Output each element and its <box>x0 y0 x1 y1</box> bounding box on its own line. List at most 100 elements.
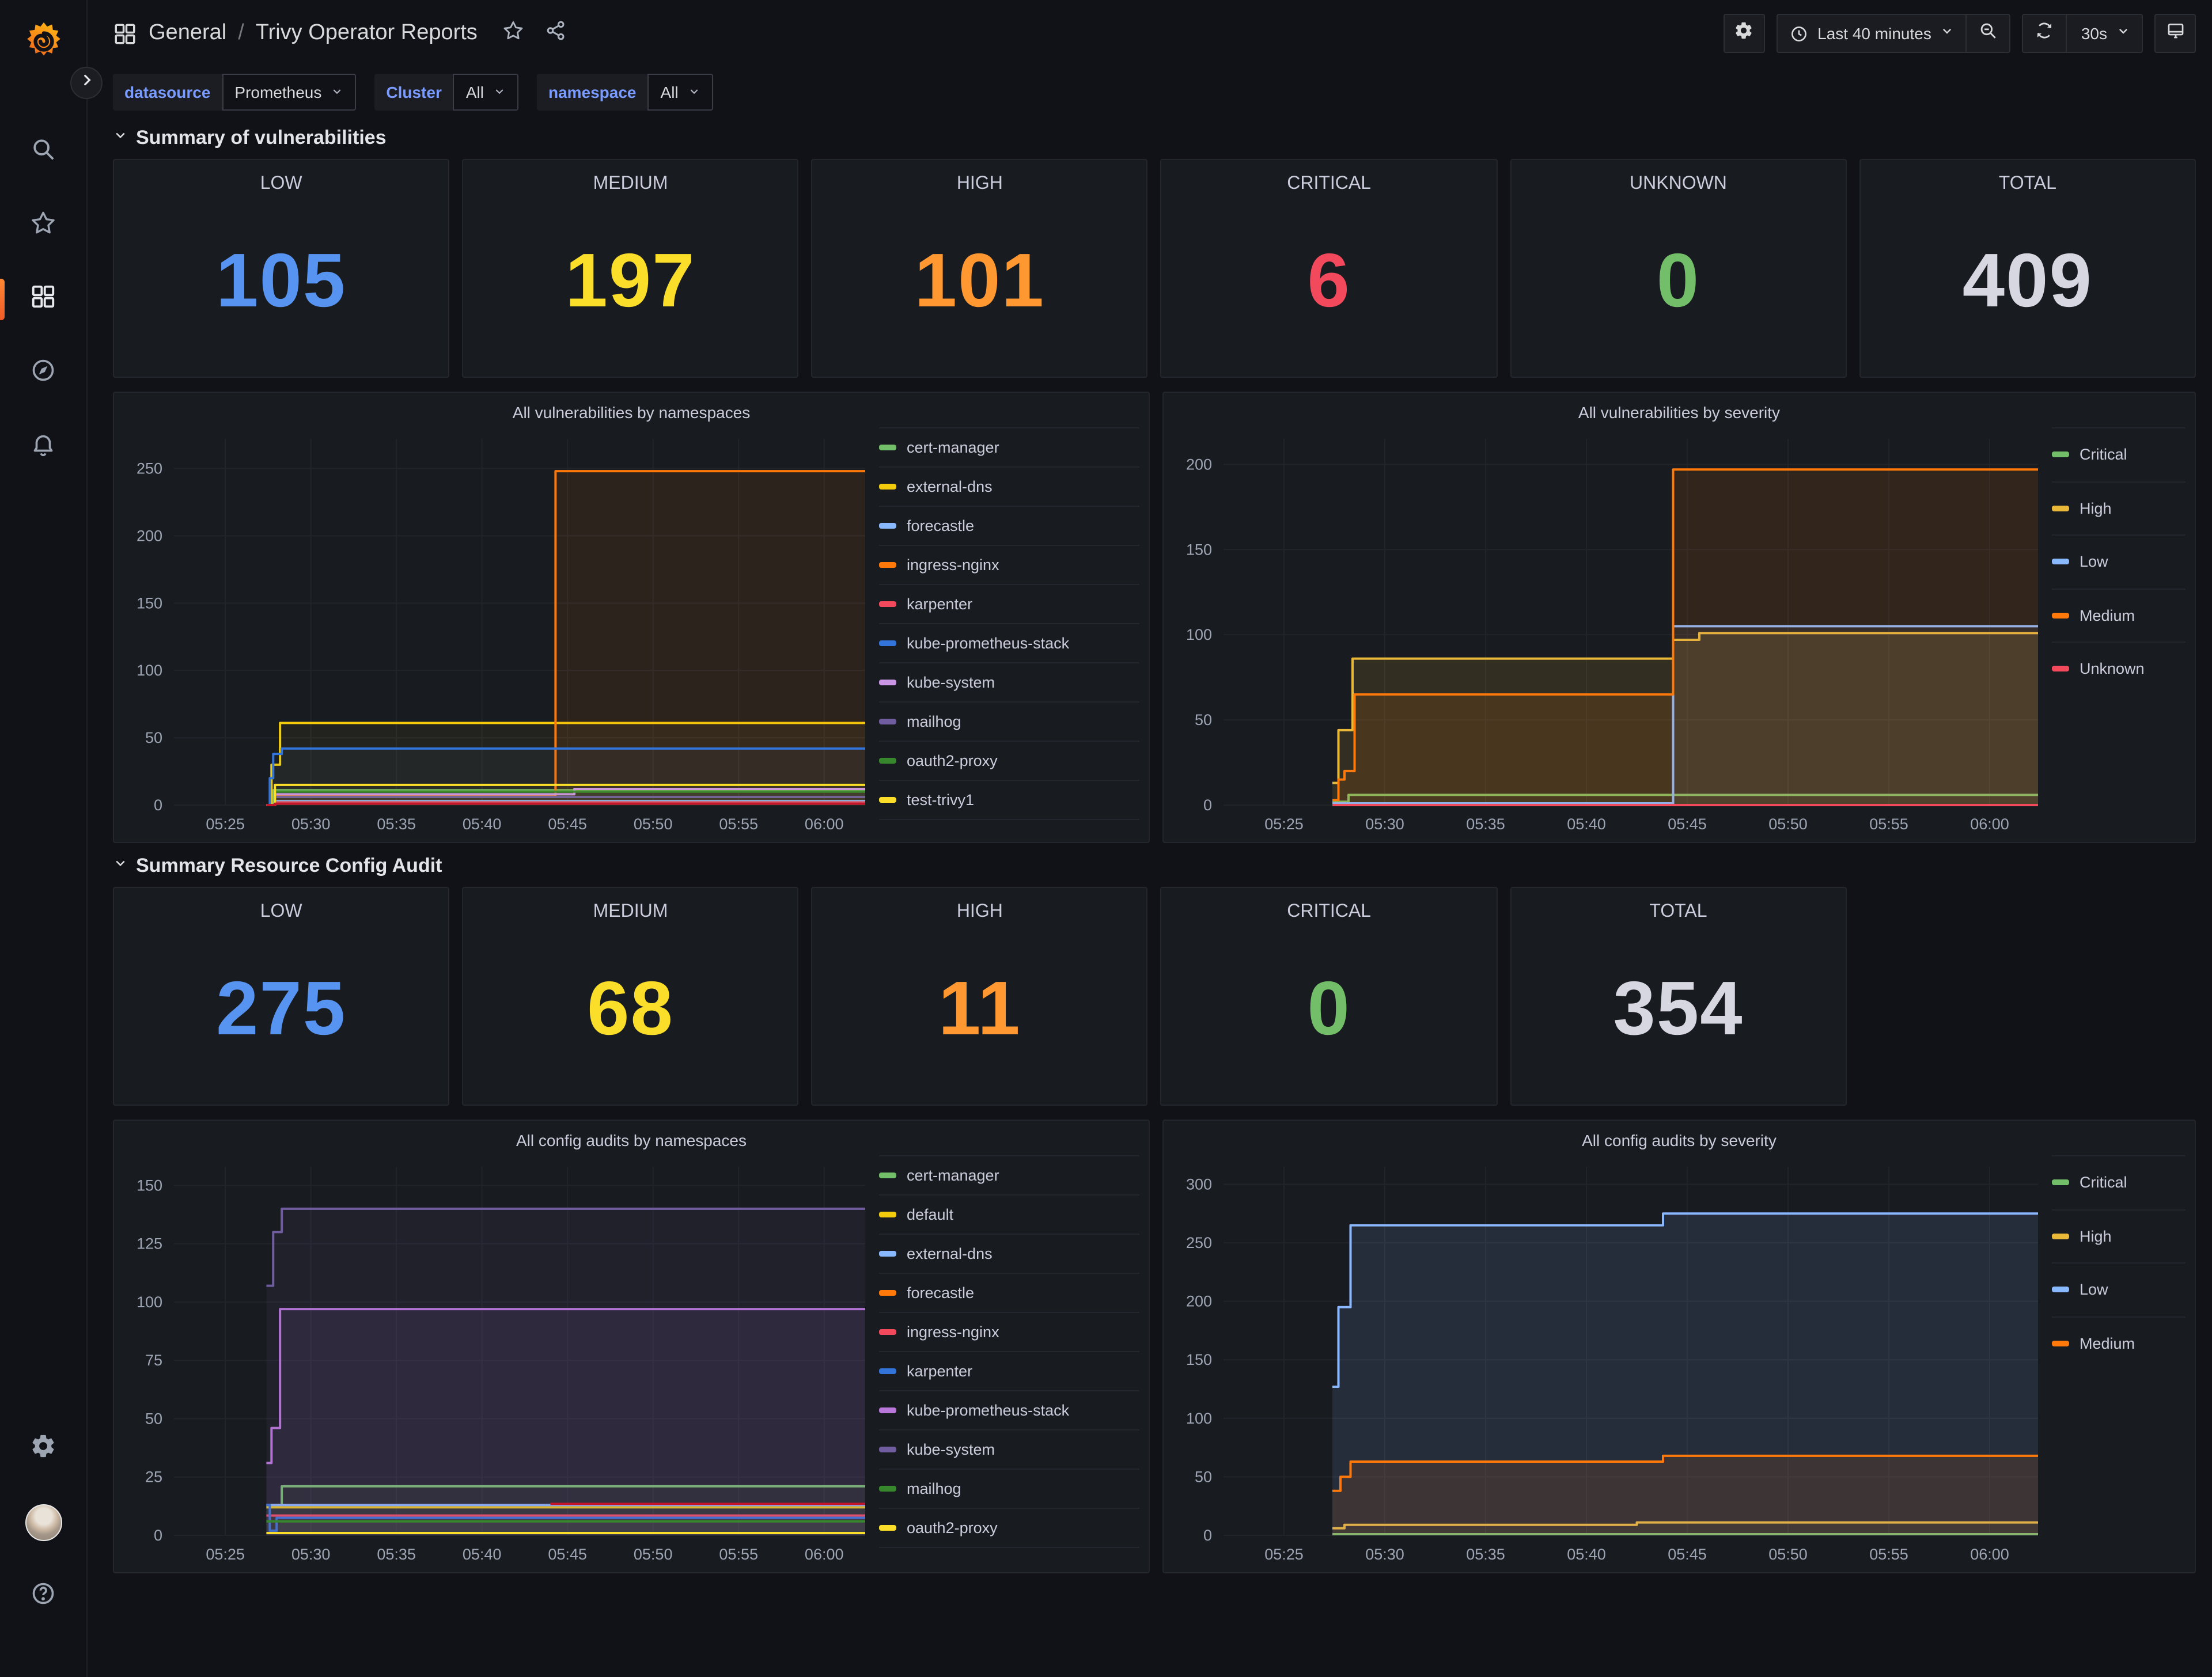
legend-swatch <box>879 1407 896 1413</box>
variable-value-dropdown[interactable]: Prometheus <box>222 74 356 111</box>
panel-title[interactable]: All vulnerabilities by namespaces <box>123 400 1139 427</box>
svg-text:125: 125 <box>137 1235 162 1253</box>
legend-item-kube-prometheus-stack[interactable]: kube-prometheus-stack <box>879 623 1139 662</box>
legend-item-medium[interactable]: Medium <box>2052 1316 2186 1369</box>
legend-item-kube-system[interactable]: kube-system <box>879 1429 1139 1469</box>
legend-item-mailhog[interactable]: mailhog <box>879 701 1139 741</box>
stat-title[interactable]: MEDIUM <box>593 174 668 195</box>
stat-title[interactable]: UNKNOWN <box>1630 174 1727 195</box>
chevron-down-icon <box>113 856 128 877</box>
legend-swatch <box>879 601 896 607</box>
legend-item-kube-system[interactable]: kube-system <box>879 662 1139 701</box>
sidebar-item-help[interactable] <box>18 1571 69 1622</box>
stat-value: 197 <box>565 195 695 377</box>
time-series-plot[interactable]: 025507510012515005:2505:3005:3505:4005:4… <box>123 1155 874 1568</box>
legend-item-karpenter[interactable]: karpenter <box>879 1351 1139 1390</box>
legend-label: High <box>2080 500 2112 517</box>
variable-value-dropdown[interactable]: All <box>648 74 713 111</box>
legend-item-high[interactable]: High <box>2052 481 2186 534</box>
refresh-interval-picker[interactable]: 30s <box>2067 14 2143 53</box>
stat-title[interactable]: HIGH <box>957 902 1003 923</box>
legend-swatch <box>879 445 896 450</box>
stat-title[interactable]: MEDIUM <box>593 902 668 923</box>
legend-item-forecastle[interactable]: forecastle <box>879 1273 1139 1312</box>
sidebar-item-search[interactable] <box>18 127 69 177</box>
stat-title[interactable]: LOW <box>260 902 302 923</box>
panel-title[interactable]: All vulnerabilities by severity <box>1173 400 2186 427</box>
stat-title[interactable]: LOW <box>260 174 302 195</box>
sidebar-item-starred[interactable] <box>18 200 69 251</box>
panel-vulnerabilities-by-namespaces: All vulnerabilities by namespaces 050100… <box>113 392 1150 843</box>
svg-text:05:40: 05:40 <box>1567 1546 1606 1563</box>
stat-panel-low: LOW275 <box>113 887 449 1106</box>
gear-icon <box>1734 21 1753 46</box>
legend-item-oauth2-proxy[interactable]: oauth2-proxy <box>879 741 1139 780</box>
legend-item-cert-manager[interactable]: cert-manager <box>879 1155 1139 1194</box>
legend-item-unknown[interactable]: Unknown <box>2052 642 2186 695</box>
panel-title[interactable]: All config audits by namespaces <box>123 1128 1139 1155</box>
panel-title[interactable]: All config audits by severity <box>1173 1128 2186 1155</box>
time-series-plot[interactable]: 05010015020005:2505:3005:3505:4005:4505:… <box>1173 427 2047 837</box>
legend-item-forecastle[interactable]: forecastle <box>879 506 1139 545</box>
sidebar-item-configuration[interactable] <box>18 1424 69 1474</box>
section-header-vulnerabilities[interactable]: Summary of vulnerabilities <box>113 115 2196 159</box>
legend-item-critical[interactable]: Critical <box>2052 427 2186 481</box>
stat-panel-unknown: UNKNOWN0 <box>1510 159 1846 378</box>
legend-item-ingress-nginx[interactable]: ingress-nginx <box>879 1312 1139 1351</box>
refresh-button[interactable] <box>2022 14 2067 53</box>
stat-title[interactable]: TOTAL <box>1999 174 2056 195</box>
legend-item-high[interactable]: High <box>2052 1209 2186 1262</box>
stat-panel-total: TOTAL409 <box>1859 159 2196 378</box>
dashboard-settings-button[interactable] <box>1723 14 1764 53</box>
breadcrumb-section[interactable]: General <box>149 21 226 46</box>
legend-swatch <box>2052 1341 2069 1346</box>
sidebar-expand-button[interactable] <box>70 67 103 99</box>
vulnerability-charts-row: All vulnerabilities by namespaces 050100… <box>113 392 2196 843</box>
svg-text:150: 150 <box>1186 541 1212 558</box>
sidebar-item-explore[interactable] <box>18 348 69 399</box>
legend-item-karpenter[interactable]: karpenter <box>879 584 1139 623</box>
stat-title[interactable]: CRITICAL <box>1287 174 1371 195</box>
stat-panel-high: HIGH101 <box>812 159 1148 378</box>
sidebar-item-alerting[interactable] <box>18 422 69 472</box>
legend-swatch <box>2052 1180 2069 1186</box>
stat-value: 275 <box>216 923 346 1105</box>
legend-item-medium[interactable]: Medium <box>2052 588 2186 642</box>
legend-item-low[interactable]: Low <box>2052 1262 2186 1316</box>
time-series-plot[interactable]: 05010015020025030005:2505:3005:3505:4005… <box>1173 1155 2047 1568</box>
legend-item-external-dns[interactable]: external-dns <box>879 466 1139 506</box>
legend-item-clipped <box>879 819 1139 837</box>
legend-item-low[interactable]: Low <box>2052 534 2186 588</box>
svg-text:150: 150 <box>137 1177 162 1194</box>
time-series-plot[interactable]: 05010015020025005:2505:3005:3505:4005:45… <box>123 427 874 837</box>
zoom-out-button[interactable] <box>1967 14 2011 53</box>
stat-title[interactable]: CRITICAL <box>1287 902 1371 923</box>
legend-item-kube-prometheus-stack[interactable]: kube-prometheus-stack <box>879 1390 1139 1429</box>
sidebar-item-dashboards[interactable] <box>18 274 69 325</box>
variable-value-dropdown[interactable]: All <box>453 74 518 111</box>
grafana-logo[interactable] <box>18 18 69 69</box>
legend-item-critical[interactable]: Critical <box>2052 1155 2186 1209</box>
svg-text:05:50: 05:50 <box>634 1546 673 1563</box>
time-range-picker[interactable]: Last 40 minutes <box>1776 14 1967 53</box>
legend-label: karpenter <box>907 595 972 613</box>
tv-mode-button[interactable] <box>2154 14 2196 53</box>
legend-item-external-dns[interactable]: external-dns <box>879 1234 1139 1273</box>
share-icon[interactable] <box>546 19 567 48</box>
stat-title[interactable]: HIGH <box>957 174 1003 195</box>
favorite-star-icon[interactable] <box>503 19 525 48</box>
legend-item-mailhog[interactable]: mailhog <box>879 1469 1139 1508</box>
legend-swatch <box>879 1212 896 1217</box>
legend-item-oauth2-proxy[interactable]: oauth2-proxy <box>879 1508 1139 1547</box>
stat-title[interactable]: TOTAL <box>1649 902 1707 923</box>
legend-label: kube-system <box>907 1441 995 1458</box>
section-header-config-audit[interactable]: Summary Resource Config Audit <box>113 843 2196 887</box>
chart-legend: cert-managerdefaultexternal-dnsforecastl… <box>879 1155 1139 1568</box>
sidebar-item-profile[interactable] <box>18 1497 69 1548</box>
legend-item-test-trivy1[interactable]: test-trivy1 <box>879 780 1139 819</box>
legend-swatch <box>879 797 896 803</box>
legend-item-cert-manager[interactable]: cert-manager <box>879 427 1139 466</box>
stat-value: 101 <box>915 195 1045 377</box>
legend-item-ingress-nginx[interactable]: ingress-nginx <box>879 545 1139 584</box>
legend-item-default[interactable]: default <box>879 1194 1139 1234</box>
